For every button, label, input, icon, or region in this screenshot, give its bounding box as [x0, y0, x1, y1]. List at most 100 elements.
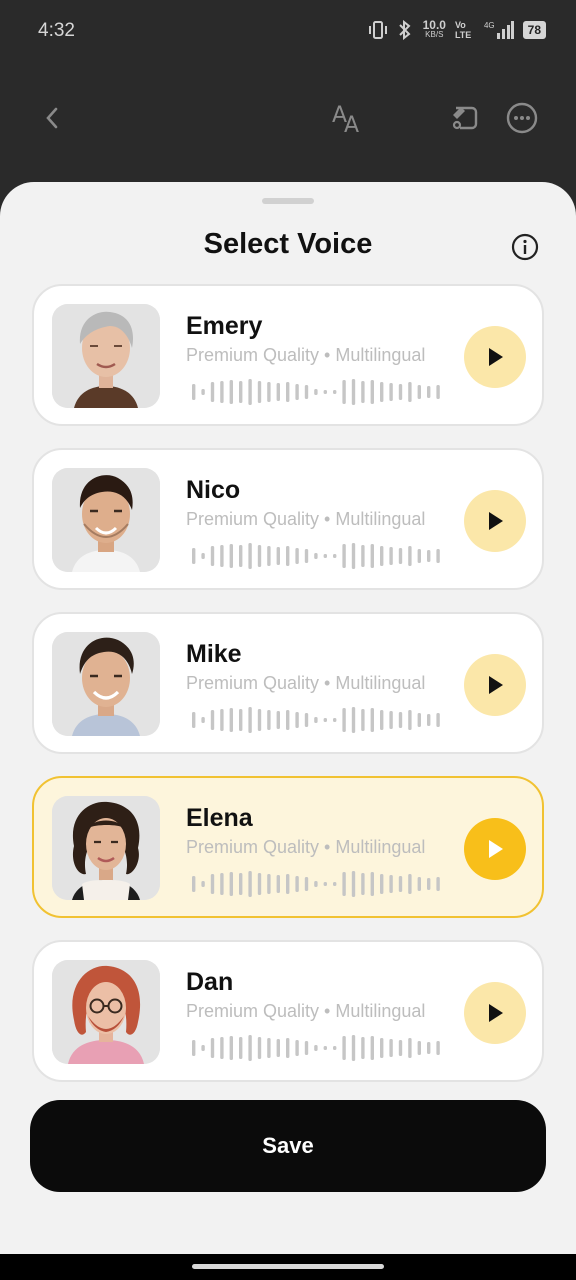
waveform-bar — [408, 710, 412, 730]
info-icon[interactable] — [511, 233, 539, 261]
waveform-bar — [398, 876, 403, 892]
text-size-button[interactable]: AA — [320, 90, 376, 146]
waveform — [192, 543, 440, 569]
voice-description: Premium Quality • Multilingual — [186, 837, 426, 857]
waveform-bar — [201, 717, 205, 723]
waveform-bar — [417, 549, 421, 563]
waveform-bar — [276, 547, 280, 565]
voice-description: Premium Quality • Multilingual — [186, 509, 426, 529]
waveform-bar — [342, 380, 346, 404]
avatar — [52, 304, 160, 408]
voice-card-dan[interactable]: Dan Premium Quality • Multilingual — [32, 940, 544, 1082]
back-button[interactable] — [24, 90, 80, 146]
waveform-bar — [370, 1036, 374, 1060]
more-icon — [506, 102, 538, 134]
waveform-bar — [380, 382, 384, 402]
waveform-bar — [239, 1037, 243, 1059]
save-button[interactable]: Save — [30, 1100, 546, 1192]
bluetooth-icon — [398, 20, 411, 40]
waveform-bar — [304, 713, 309, 727]
waveform-bar — [398, 548, 403, 564]
voice-card-emery[interactable]: Emery Premium Quality • Multilingual — [32, 284, 544, 426]
waveform-bar — [239, 709, 243, 731]
play-button[interactable] — [464, 490, 526, 552]
network-speed: 10.0 KB/S — [422, 18, 446, 39]
waveform-bar — [333, 390, 337, 394]
waveform-bar — [210, 874, 215, 894]
waveform-bar — [220, 709, 224, 731]
waveform — [192, 1035, 440, 1061]
waveform-bar — [342, 544, 346, 568]
waveform-bar — [417, 1041, 421, 1055]
waveform-bar — [427, 386, 431, 398]
waveform-bar — [398, 1040, 403, 1056]
status-bar: 4:32 10.0 KB/S Vo LTE 4G 78 — [0, 0, 576, 64]
waveform-bar — [276, 875, 280, 893]
voice-card-elena[interactable]: Elena Premium Quality • Multilingual — [32, 776, 544, 918]
waveform-bar — [286, 546, 290, 566]
waveform-bar — [323, 882, 327, 886]
waveform-bar — [286, 710, 290, 730]
waveform-bar — [361, 381, 365, 403]
waveform-bar — [286, 382, 290, 402]
waveform-bar — [351, 543, 356, 569]
waveform-bar — [436, 713, 440, 727]
voice-card-mike[interactable]: Mike Premium Quality • Multilingual — [32, 612, 544, 754]
waveform-bar — [370, 708, 374, 732]
waveform-bar — [267, 710, 271, 730]
waveform-bar — [192, 712, 196, 728]
waveform-bar — [323, 1046, 327, 1050]
waveform-bar — [408, 874, 412, 894]
share-button[interactable] — [436, 90, 492, 146]
signal-label: 4G — [483, 21, 495, 30]
waveform-bar — [427, 878, 431, 890]
waveform-bar — [248, 1035, 252, 1061]
more-button[interactable] — [494, 90, 550, 146]
waveform-bar — [323, 554, 327, 558]
waveform-bar — [380, 1038, 384, 1058]
waveform-bar — [398, 712, 403, 728]
waveform-bar — [220, 381, 224, 403]
waveform-bar — [304, 877, 309, 891]
waveform-bar — [351, 379, 356, 405]
waveform-bar — [201, 1045, 205, 1051]
waveform-bar — [257, 873, 262, 895]
waveform-bar — [314, 717, 318, 723]
waveform-bar — [389, 547, 393, 565]
waveform-bar — [295, 876, 299, 892]
waveform-bar — [295, 384, 299, 400]
home-indicator[interactable] — [192, 1264, 384, 1269]
waveform-bar — [436, 877, 440, 891]
play-button[interactable] — [464, 818, 526, 880]
waveform-bar — [389, 875, 393, 893]
waveform-bar — [351, 871, 356, 897]
waveform-bar — [267, 874, 271, 894]
waveform-bar — [314, 1045, 318, 1051]
voice-card-nico[interactable]: Nico Premium Quality • Multilingual — [32, 448, 544, 590]
waveform-bar — [229, 544, 233, 568]
play-button[interactable] — [464, 982, 526, 1044]
waveform-bar — [210, 1038, 215, 1058]
play-button[interactable] — [464, 654, 526, 716]
waveform-bar — [351, 1035, 356, 1061]
play-icon — [489, 512, 503, 530]
waveform-bar — [417, 385, 421, 399]
waveform-bar — [210, 546, 215, 566]
waveform-bar — [220, 873, 224, 895]
waveform-bar — [229, 380, 233, 404]
waveform-bar — [408, 1038, 412, 1058]
waveform-bar — [436, 385, 440, 399]
waveform-bar — [380, 546, 384, 566]
waveform-bar — [417, 877, 421, 891]
waveform-bar — [286, 874, 290, 894]
waveform-bar — [239, 545, 243, 567]
waveform-bar — [370, 380, 374, 404]
sheet-grabber[interactable] — [262, 198, 314, 204]
waveform-bar — [201, 881, 205, 887]
play-button[interactable] — [464, 326, 526, 388]
waveform-bar — [427, 714, 431, 726]
battery-indicator: 78 — [522, 21, 546, 39]
waveform-bar — [361, 873, 365, 895]
waveform-bar — [257, 381, 262, 403]
waveform-bar — [380, 874, 384, 894]
